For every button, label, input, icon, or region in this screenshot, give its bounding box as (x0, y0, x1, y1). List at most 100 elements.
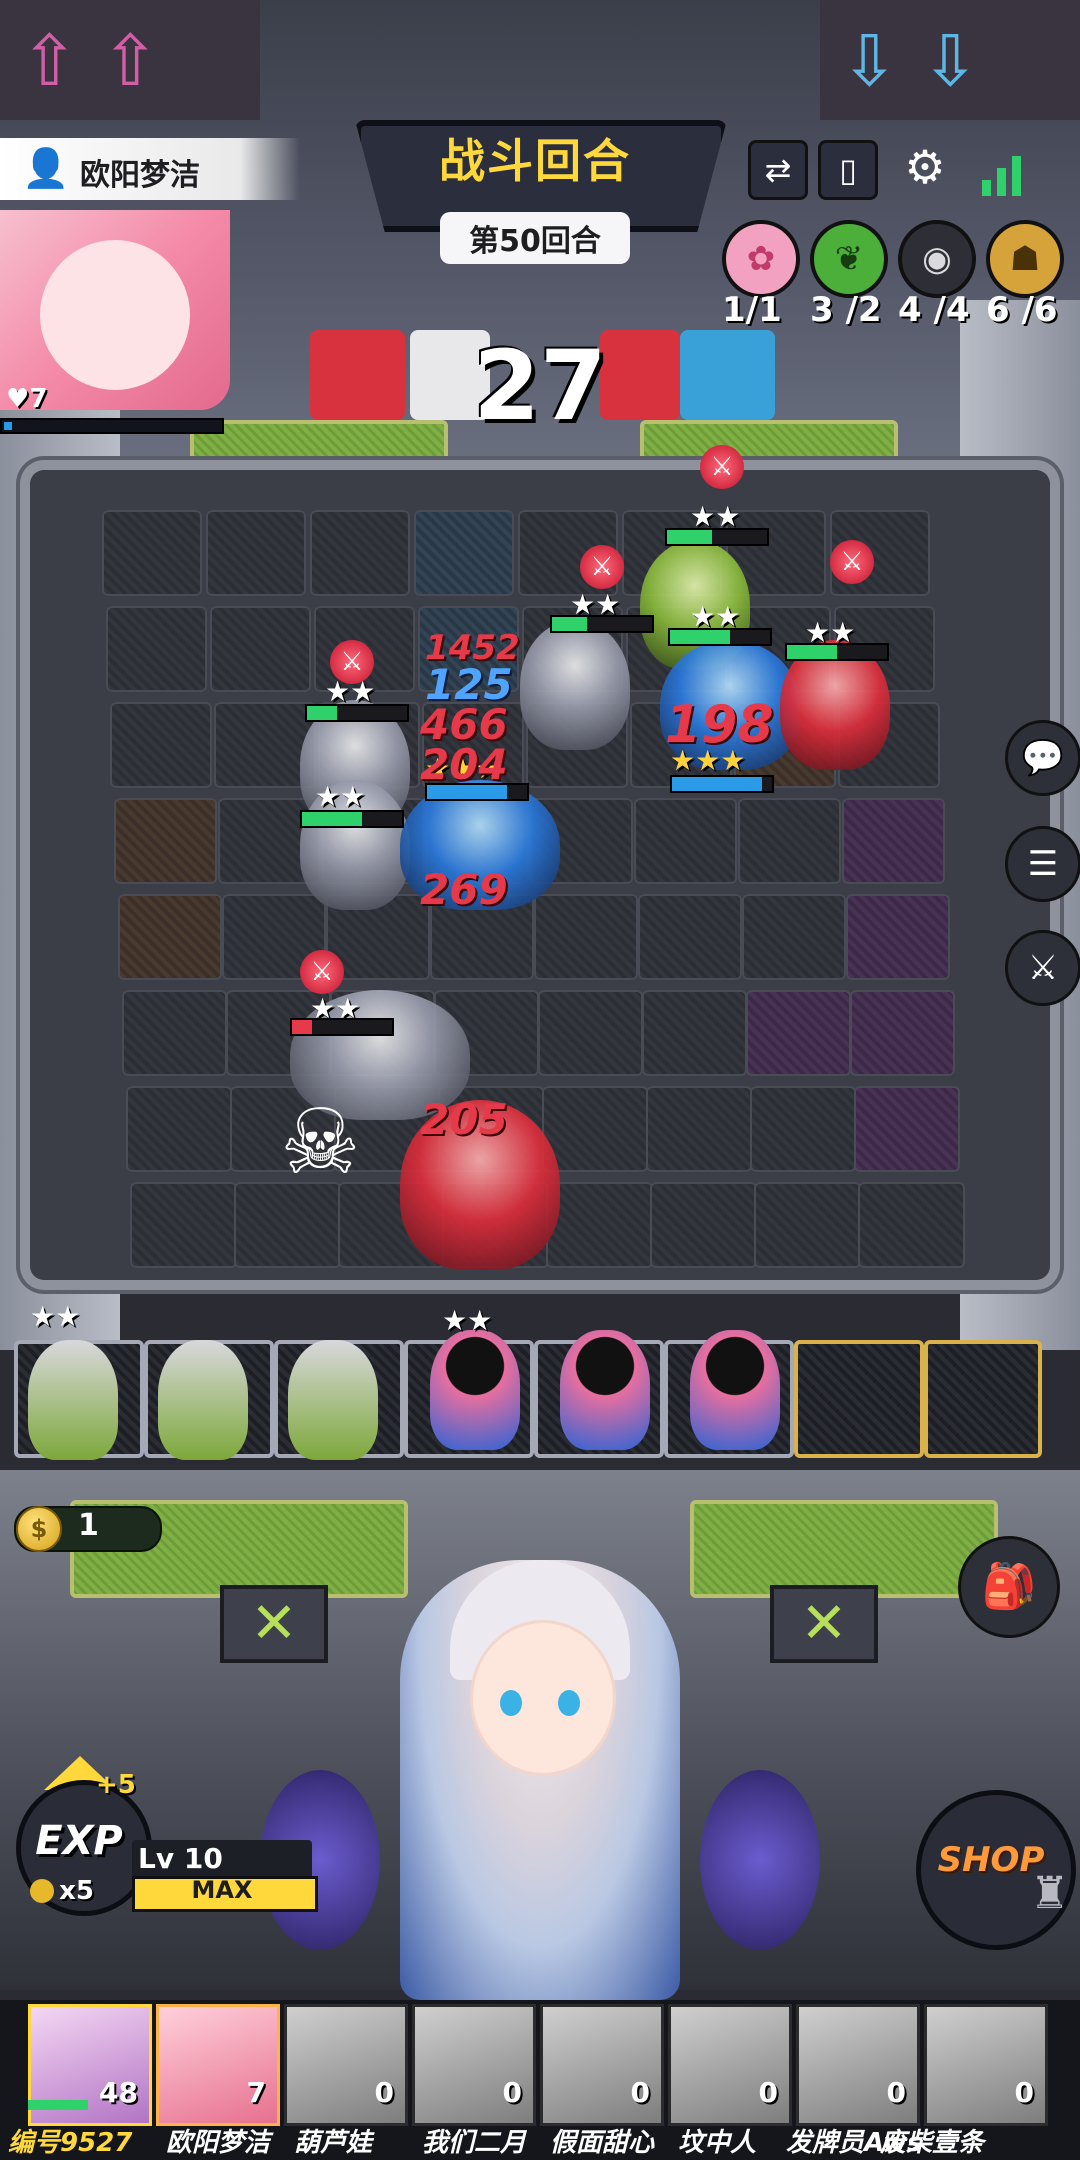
bench-unit[interactable] (28, 1340, 118, 1460)
unit-stars: ★★ (442, 1304, 493, 1337)
sword-list-icon[interactable]: ⚔ (1005, 930, 1080, 1006)
bench-slot[interactable] (794, 1340, 924, 1458)
book-icon[interactable]: ▯ (818, 140, 878, 200)
host-eye (500, 1690, 522, 1716)
player-hp: 0 (502, 2076, 522, 2109)
arena-pad (690, 1500, 998, 1598)
bench-unit[interactable] (690, 1330, 780, 1450)
backpack-icon[interactable]: 🎒 (958, 1536, 1060, 1638)
sell-x-icon: ✕ (220, 1585, 328, 1663)
target-sword-icon: ⚔ (700, 445, 744, 489)
board-tile[interactable] (750, 1086, 856, 1172)
board-tile[interactable] (646, 1086, 752, 1172)
board-tile[interactable] (102, 510, 202, 596)
board-tile[interactable] (842, 798, 945, 884)
damage-number: 204 (420, 740, 508, 789)
player-name: 坟中人 (678, 2128, 757, 2158)
target-sword-icon: ⚔ (330, 640, 374, 684)
damage-number: 269 (420, 865, 508, 914)
exp-plus: +5 (96, 1770, 136, 1800)
unit-stars: ★★ (310, 992, 361, 1025)
board-tile[interactable] (542, 1086, 648, 1172)
opponent-portrait[interactable] (0, 210, 230, 410)
board-tile[interactable] (854, 1086, 960, 1172)
board-tile[interactable] (850, 990, 955, 1076)
phone-swap-icon[interactable]: ⇄ (748, 140, 808, 200)
board-tile[interactable] (110, 702, 212, 788)
gold-amount: 1 (78, 1508, 99, 1543)
board-tile[interactable] (638, 894, 742, 980)
target-sword-icon: ⚔ (580, 545, 624, 589)
arcade-machine (310, 330, 405, 420)
board-tile[interactable] (534, 894, 638, 980)
host-face (470, 1620, 616, 1776)
heart-icon: ♥ (6, 384, 30, 414)
bench-unit[interactable] (288, 1340, 378, 1460)
player-list-icon[interactable]: ☰ (1005, 826, 1080, 902)
self-hp-bar (28, 2100, 88, 2110)
target-sword-icon: ⚔ (300, 950, 344, 994)
unit-stars: ★★ (570, 588, 621, 621)
gear-icon[interactable]: ⚙ (898, 140, 952, 194)
board-tile[interactable] (210, 606, 311, 692)
board-tile[interactable] (746, 990, 851, 1076)
board-tile[interactable] (130, 1182, 237, 1268)
host-eye (558, 1690, 580, 1716)
unit-hp-bar (670, 775, 774, 793)
player-hp: 0 (1014, 2076, 1034, 2109)
unit-stars: ★★ (690, 500, 741, 533)
board-tile[interactable] (846, 894, 950, 980)
hood-icon[interactable]: ☗ (986, 220, 1064, 298)
player-hp: 0 (630, 2076, 650, 2109)
player-hp: 7 (246, 2076, 266, 2109)
round-title: 战斗回合 (439, 134, 631, 188)
unit-stars: ★★ (690, 600, 741, 633)
player-name: 废柴壹条 (880, 2128, 985, 2158)
player-hp: 0 (758, 2076, 778, 2109)
bench-unit[interactable] (158, 1340, 248, 1460)
bench-slot[interactable] (924, 1340, 1042, 1458)
eye-icon[interactable]: ◉ (898, 220, 976, 298)
board-tile[interactable] (650, 1182, 757, 1268)
board-tile[interactable] (742, 894, 846, 980)
damage-number: 205 (420, 1095, 508, 1144)
board-tile[interactable] (126, 1086, 232, 1172)
board-tile[interactable] (754, 1182, 861, 1268)
arcade-machine (680, 330, 775, 420)
board-tile[interactable] (118, 894, 222, 980)
unit-stars: ★★ (805, 616, 856, 649)
board-tile[interactable] (310, 510, 410, 596)
skull-icon: ☠ (280, 1090, 361, 1195)
opponent-hp-display: ♥7 (6, 384, 47, 414)
synergy-count: 1/1 (722, 290, 782, 330)
coin-icon: $ (16, 1506, 62, 1552)
board-tile[interactable] (738, 798, 841, 884)
arrow-icon: ⇧ ⇧ (20, 20, 160, 102)
player-hp: 0 (886, 2076, 906, 2109)
leaf-icon[interactable]: ❦ (810, 220, 888, 298)
bench-unit[interactable] (560, 1330, 650, 1450)
board-tile[interactable] (858, 1182, 965, 1268)
board-tile[interactable] (546, 1182, 653, 1268)
synergy-count: 6 /6 (986, 290, 1058, 330)
board-tile[interactable] (122, 990, 227, 1076)
player-name: 编号9527 (8, 2128, 133, 2158)
board-tile[interactable] (634, 798, 737, 884)
chat-icon[interactable]: 💬 (1005, 720, 1080, 796)
bench-unit[interactable] (430, 1330, 520, 1450)
board-tile[interactable] (414, 510, 514, 596)
board-tile[interactable] (538, 990, 643, 1076)
board-tile[interactable] (114, 798, 217, 884)
exp-cost: x5 (59, 1876, 94, 1906)
board-tile[interactable] (206, 510, 306, 596)
player-name: 我们二月 (422, 2128, 527, 2158)
board-tile[interactable] (106, 606, 207, 692)
synergy-count: 3 /2 (810, 290, 882, 330)
board-tile[interactable] (642, 990, 747, 1076)
player-name: 葫芦娃 (294, 2128, 373, 2158)
level-max-label: MAX (191, 1876, 253, 1904)
enemy-unit[interactable] (520, 620, 630, 750)
sakura-icon[interactable]: ✿ (722, 220, 800, 298)
damage-number: 198 (665, 695, 774, 755)
unit-stars: ★★ (315, 780, 366, 813)
